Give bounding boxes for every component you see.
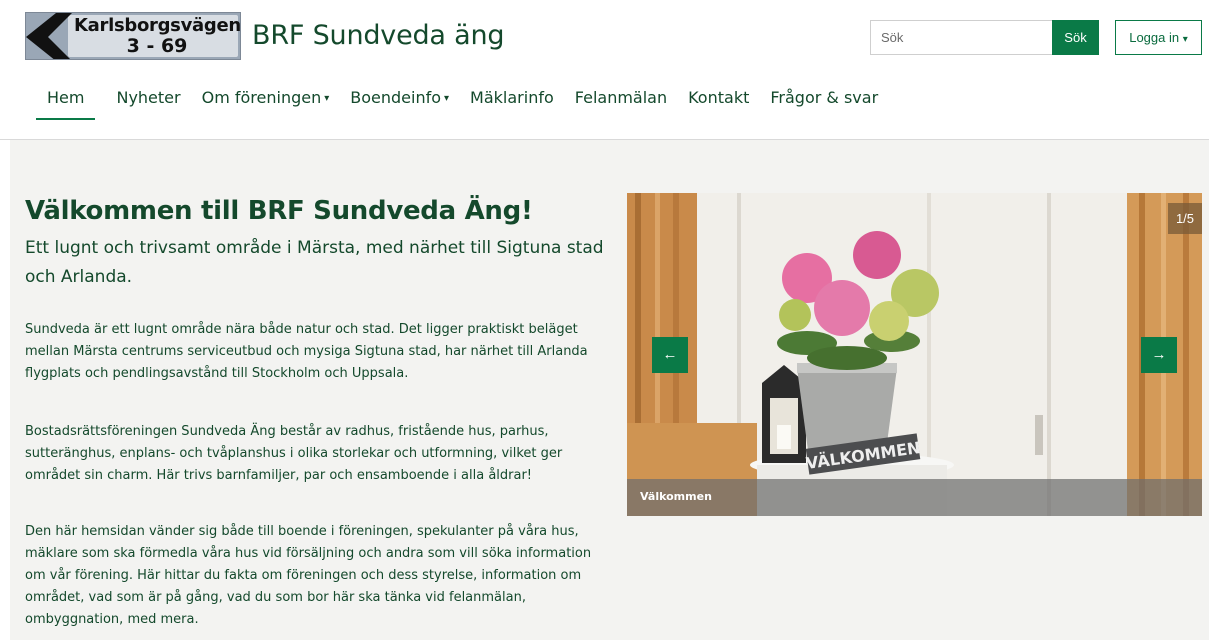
nav-item-hem[interactable]: Hem (36, 80, 96, 120)
nav-item-kontakt[interactable]: Kontakt (688, 80, 749, 120)
nav-item-label: Felanmälan (574, 88, 668, 107)
login-button-label: Logga in (1129, 30, 1180, 45)
page-subtitle: Ett lugnt och trivsamt område i Märsta, … (25, 238, 604, 287)
intro-paragraph-3: Den här hemsidan vänder sig både till bo… (25, 524, 592, 627)
search-button[interactable]: Sök (1052, 20, 1099, 55)
nav-item-label: Hem (47, 88, 85, 107)
chevron-down-icon: ▾ (324, 92, 330, 104)
chevron-down-icon: ▾ (444, 92, 450, 104)
carousel-caption-bar: Välkommen (627, 479, 1202, 516)
image-carousel[interactable]: VÄLKOMMEN 1/5 ← → Välkommen (627, 193, 1202, 516)
nav-item-om-foreningen[interactable]: Om föreningen ▾ (202, 80, 330, 120)
slide-counter: 1/5 (1168, 203, 1202, 234)
arrow-right-icon: → (1151, 346, 1167, 363)
main-nav: Hem Nyheter Om föreningen ▾ Boendeinfo ▾ M… (36, 80, 899, 124)
page-title: Välkommen till BRF Sundveda Äng! (25, 196, 533, 226)
nav-item-label: Om föreningen (201, 88, 322, 107)
nav-item-felanmalan[interactable]: Felanmälan (575, 80, 667, 120)
nav-item-label: Mäklarinfo (470, 88, 554, 107)
nav-item-label: Frågor & svar (770, 88, 879, 107)
site-header: Karlsborgsvägen 3 - 69 BRF Sundveda äng … (0, 0, 1209, 140)
nav-item-maklarinfo[interactable]: Mäklarinfo (470, 80, 554, 120)
chevron-down-icon: ▾ (1182, 34, 1188, 45)
carousel-caption: Välkommen (640, 490, 712, 503)
logo-line-2: 3 - 69 (126, 35, 188, 57)
nav-item-label: Nyheter (116, 88, 181, 107)
carousel-next-button[interactable]: → (1141, 337, 1177, 373)
intro-paragraph-2: Bostadsrättsföreningen Sundveda Äng best… (25, 424, 563, 483)
nav-item-boendeinfo[interactable]: Boendeinfo ▾ (350, 80, 449, 120)
login-button[interactable]: Logga in ▾ (1115, 20, 1202, 55)
carousel-prev-button[interactable]: ← (652, 337, 688, 373)
nav-item-fragor-svar[interactable]: Frågor & svar (770, 80, 878, 120)
nav-item-nyheter[interactable]: Nyheter (116, 80, 180, 120)
arrow-left-icon: ← (662, 346, 678, 363)
site-title[interactable]: BRF Sundveda äng (252, 20, 505, 51)
intro-paragraph-1: Sundveda är ett lugnt område nära både n… (25, 322, 588, 381)
nav-item-label: Kontakt (688, 88, 750, 107)
nav-item-label: Boendeinfo (350, 88, 442, 107)
search-input[interactable] (870, 20, 1052, 55)
carousel-slide-image: VÄLKOMMEN (627, 193, 1202, 516)
logo-line-1: Karlsborgsvägen (74, 15, 241, 36)
site-logo[interactable]: Karlsborgsvägen 3 - 69 (25, 12, 241, 60)
